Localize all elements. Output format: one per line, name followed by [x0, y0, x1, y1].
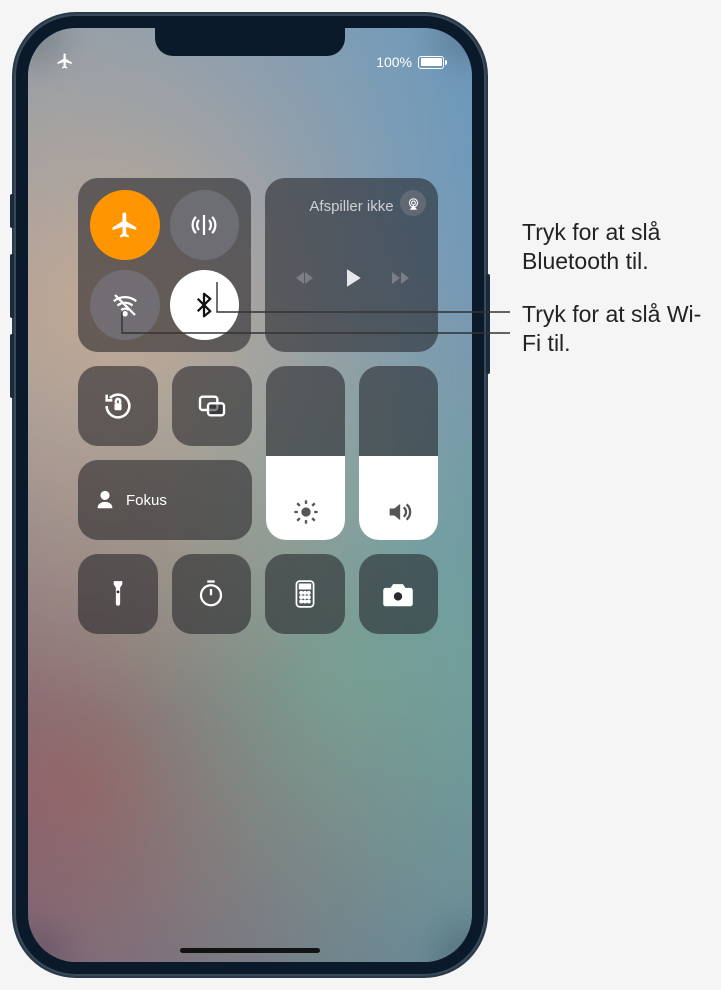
callout-wifi: Tryk for at slå Wi-Fi til.: [522, 300, 712, 358]
callout-bluetooth: Tryk for at slå Bluetooth til.: [522, 218, 712, 276]
